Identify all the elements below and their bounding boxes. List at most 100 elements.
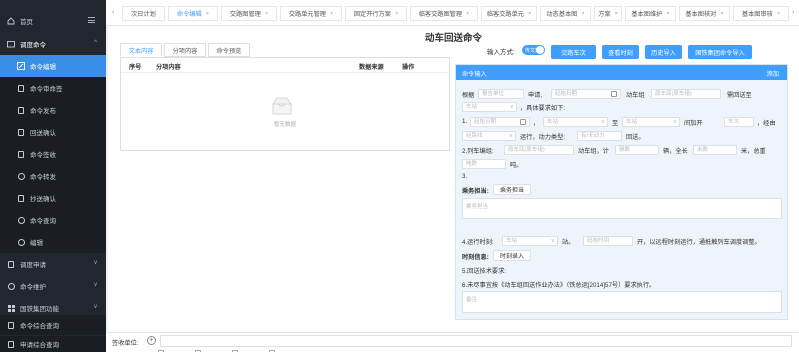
tab-label: 方案 <box>598 11 611 18</box>
tab-route-graph[interactable]: 交路图管理 × <box>221 6 277 21</box>
chevron-up-icon: ^ <box>94 40 97 46</box>
sidebar-item-label: 命令签收 <box>30 152 56 159</box>
start-date-picker-2[interactable]: 起始日期 <box>470 117 530 127</box>
close-icon[interactable]: × <box>395 11 398 17</box>
close-icon[interactable]: × <box>666 11 669 17</box>
close-icon[interactable]: × <box>581 11 584 17</box>
sidebar-group-maintain[interactable]: 命令维护 v <box>0 275 106 297</box>
sidebar-item-home[interactable]: 首页 <box>0 10 106 32</box>
composition-car-input[interactable]: 原车底(原车组) <box>504 145 574 155</box>
doc-icon <box>17 106 25 114</box>
chevron-down-icon: v <box>94 282 97 288</box>
plus-icon[interactable]: + <box>147 336 156 345</box>
label-composition: 2.列车编组: <box>462 148 494 155</box>
calendar-icon <box>611 91 617 97</box>
tab-temp-route-graph[interactable]: 临客交路图管理 × <box>410 6 478 21</box>
sidebar-item-command-search[interactable]: 命令综合查询 <box>0 315 106 335</box>
tab-temp-route-unit[interactable]: 临客交路单元 × <box>481 6 537 21</box>
sidebar-item-label: 命令审命签 <box>30 86 63 93</box>
tab-graph-check[interactable]: 基本图核对 × <box>679 6 730 21</box>
sidebar-item-sign[interactable]: 命令签收 <box>0 143 106 165</box>
tab-scheme[interactable]: 方案 × <box>594 6 622 21</box>
length-input[interactable]: 米数 <box>693 145 737 155</box>
close-icon[interactable]: × <box>720 11 723 17</box>
crew-duty-button[interactable]: 乘务担当 <box>493 184 531 195</box>
placeholder: 车站 <box>466 104 478 110</box>
close-icon[interactable]: × <box>466 11 469 17</box>
sidebar-item-review[interactable]: 命令审命签 <box>0 77 106 99</box>
placeholder: 原车底(原车组) <box>508 147 545 153</box>
sidebar-group-dispatch[interactable]: 调度命令 ^ <box>0 33 106 55</box>
time-entry-button[interactable]: 时刻录入 <box>493 250 531 261</box>
add-link[interactable]: 添加 <box>767 69 779 78</box>
placeholder: 有/无动力 <box>581 133 605 139</box>
sidebar-item-edit[interactable]: 编辑 <box>0 231 106 253</box>
route-train-button[interactable]: 交路车次 <box>551 45 596 59</box>
tab-label: 动态基本图 <box>546 11 578 18</box>
sidebar-item-label: 抄送确认 <box>30 196 56 203</box>
tab-item-content[interactable]: 分项内容 <box>164 43 206 57</box>
sidebar-item-forward[interactable]: 命令转发 <box>0 165 106 187</box>
tab-graph-review[interactable]: 基本图审核 × <box>733 6 789 21</box>
tab-graph-maintain[interactable]: 基本图维护 × <box>625 6 676 21</box>
calendar-icon <box>520 119 526 125</box>
doc-icon <box>17 150 25 158</box>
doc-icon <box>7 340 15 348</box>
tab-command-preview[interactable]: 命令预览 <box>208 43 250 57</box>
sidebar-item-query[interactable]: 命令查询 <box>0 209 106 231</box>
route-select[interactable]: 经路线 v <box>462 131 516 141</box>
report-unit-input[interactable]: 报告单位 <box>478 89 524 99</box>
power-type-input[interactable]: 有/无动力 <box>577 131 622 141</box>
tab-route-unit[interactable]: 交路单元管理 × <box>280 6 342 21</box>
chevron-right-icon[interactable]: › <box>792 9 794 16</box>
sidebar-item-command-edit[interactable]: 命令编辑 <box>0 55 106 77</box>
close-icon[interactable]: × <box>777 11 780 17</box>
close-icon[interactable]: × <box>528 11 531 17</box>
placeholder: 车站 <box>506 238 518 244</box>
label-sign-unit: 签收单位: <box>112 340 139 347</box>
chevron-left-icon[interactable]: ‹ <box>112 9 114 16</box>
tab-label: 命令编辑 <box>177 11 202 18</box>
weight-input[interactable]: 吨数 <box>462 159 506 169</box>
tab-command-edit[interactable]: 命令编辑 × <box>168 6 218 21</box>
from-station-select[interactable]: 车站 v <box>543 117 608 127</box>
close-icon[interactable]: × <box>330 11 333 17</box>
start-date-picker[interactable]: 起始日期 <box>551 89 621 99</box>
crew-duty-textarea[interactable]: 乘务担当 <box>462 198 782 219</box>
input-mode-toggle[interactable]: 传文数 <box>522 45 545 55</box>
label-return-to: 需回送至 <box>727 92 752 99</box>
close-icon[interactable]: × <box>265 11 268 17</box>
car-count-input[interactable]: 辆数 <box>615 145 659 155</box>
sidebar-item-label: 命令编辑 <box>30 64 56 71</box>
label-num-3: 3. <box>462 173 468 180</box>
label-time-info: 时刻信息: <box>462 254 489 261</box>
sign-unit-input[interactable] <box>160 335 792 347</box>
label-according: 根据 <box>462 92 475 99</box>
group-command-import-button[interactable]: 国铁集团命令导入 <box>688 45 752 59</box>
start-time-input[interactable]: 起始时间 <box>583 236 633 246</box>
placeholder: 备注 <box>466 297 478 303</box>
return-station-select[interactable]: 车站 v <box>462 102 517 112</box>
original-car-input[interactable]: 原车底(原车组) <box>651 89 721 99</box>
view-time-button[interactable]: 查看时刻 <box>602 45 639 59</box>
sidebar-item-label: 回送确认 <box>30 130 56 137</box>
tab-next-day-plan[interactable]: 次日计划 <box>122 6 165 21</box>
sidebar-item-label: 申请综合查询 <box>20 342 59 349</box>
remark-textarea[interactable]: 备注 <box>462 291 782 313</box>
sidebar-item-cc-confirm[interactable]: 抄送确认 <box>0 187 106 209</box>
tab-dynamic-graph[interactable]: 动态基本图 × <box>540 6 591 21</box>
sidebar-item-apply-search[interactable]: 申请综合查询 <box>0 336 106 352</box>
chevron-down-icon: v <box>673 119 677 125</box>
to-station-select[interactable]: 车站 v <box>622 117 680 127</box>
run-station-select[interactable]: 车站 v <box>502 236 558 246</box>
tab-text-content[interactable]: 文本内容 <box>120 43 162 57</box>
close-icon[interactable]: × <box>206 11 209 17</box>
close-icon[interactable]: × <box>615 11 618 17</box>
sidebar-item-publish[interactable]: 命令发布 <box>0 99 106 121</box>
history-import-button[interactable]: 历史导入 <box>645 45 682 59</box>
sidebar-group-apply[interactable]: 调度申请 v <box>0 253 106 275</box>
tab-fixed-plan[interactable]: 固定开行方案 × <box>345 6 407 21</box>
train-number-input[interactable]: 车次 <box>724 117 754 127</box>
sidebar-item-return-confirm[interactable]: 回送确认 <box>0 121 106 143</box>
menu-collapse-icon[interactable] <box>88 17 95 23</box>
